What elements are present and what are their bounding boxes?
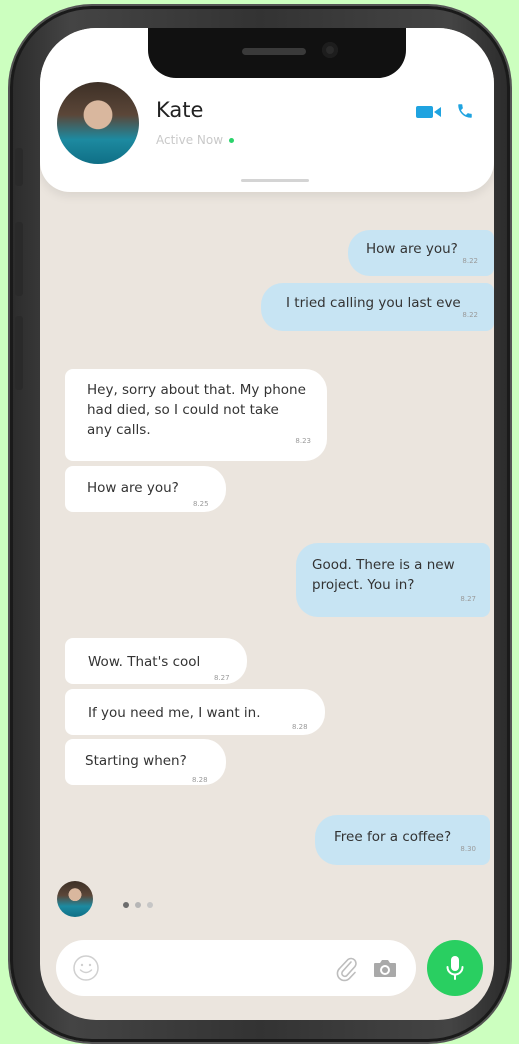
message-time: 8.22 [462,311,478,319]
paperclip-icon[interactable] [334,954,358,982]
typing-dot [123,902,129,908]
smiley-icon[interactable] [72,954,100,982]
voice-record-button[interactable] [427,940,483,996]
message-time: 8.28 [292,723,308,731]
volume-up-button [15,222,23,296]
mute-switch [15,148,23,186]
contact-avatar[interactable] [57,82,139,164]
typing-dot [135,902,141,908]
typing-dot [147,902,153,908]
message-time: 8.22 [462,257,478,265]
message-text: How are you? [87,480,179,496]
chat-screen: Kate Active Now How are you? 8.22 I trie… [40,28,494,1020]
message-time: 8.23 [295,437,311,445]
front-camera [322,42,338,58]
message-input[interactable] [114,956,318,982]
phone-icon[interactable] [456,102,474,120]
header-drag-handle[interactable] [241,179,309,182]
message-bubble[interactable]: Wow. That's cool 8.27 [65,638,247,684]
message-text: Free for a coffee? [334,829,452,845]
message-bubble[interactable]: Good. There is a new project. You in? 8.… [296,543,490,617]
message-bubble[interactable]: I tried calling you last eve 8.22 [261,283,494,331]
message-composer [56,940,416,996]
message-text: If you need me, I want in. [88,705,261,721]
message-bubble[interactable]: Starting when? 8.28 [65,739,226,785]
online-indicator [229,138,235,143]
typing-avatar [57,881,93,917]
message-time: 8.25 [193,500,209,508]
message-text: I tried calling you last eve [286,295,461,311]
video-camera-icon[interactable] [416,104,442,120]
message-time: 8.27 [214,674,230,682]
message-text: How are you? [366,241,458,257]
message-bubble[interactable]: If you need me, I want in. 8.28 [65,689,325,735]
phone-notch [148,28,406,78]
phone-frame: Kate Active Now How are you? 8.22 I trie… [10,6,510,1042]
camera-icon[interactable] [372,956,398,980]
volume-down-button [15,316,23,390]
message-text: Good. There is a new project. You in? [312,557,455,593]
message-text: Starting when? [85,753,187,769]
message-bubble[interactable]: Free for a coffee? 8.30 [315,815,490,865]
message-text: Wow. That's cool [88,654,201,670]
message-bubble[interactable]: How are you? 8.22 [348,230,494,276]
message-bubble[interactable]: How are you? 8.25 [65,466,226,512]
contact-status: Active Now [156,133,235,147]
message-time: 8.28 [192,776,208,784]
earpiece-speaker [242,48,306,55]
microphone-icon [446,956,464,980]
message-time: 8.30 [460,845,476,853]
message-time: 8.27 [460,595,476,603]
message-text: Hey, sorry about that. My phone had died… [87,382,306,438]
message-bubble[interactable]: Hey, sorry about that. My phone had died… [65,369,327,461]
contact-name[interactable]: Kate [156,98,203,122]
status-text: Active Now [156,133,224,147]
